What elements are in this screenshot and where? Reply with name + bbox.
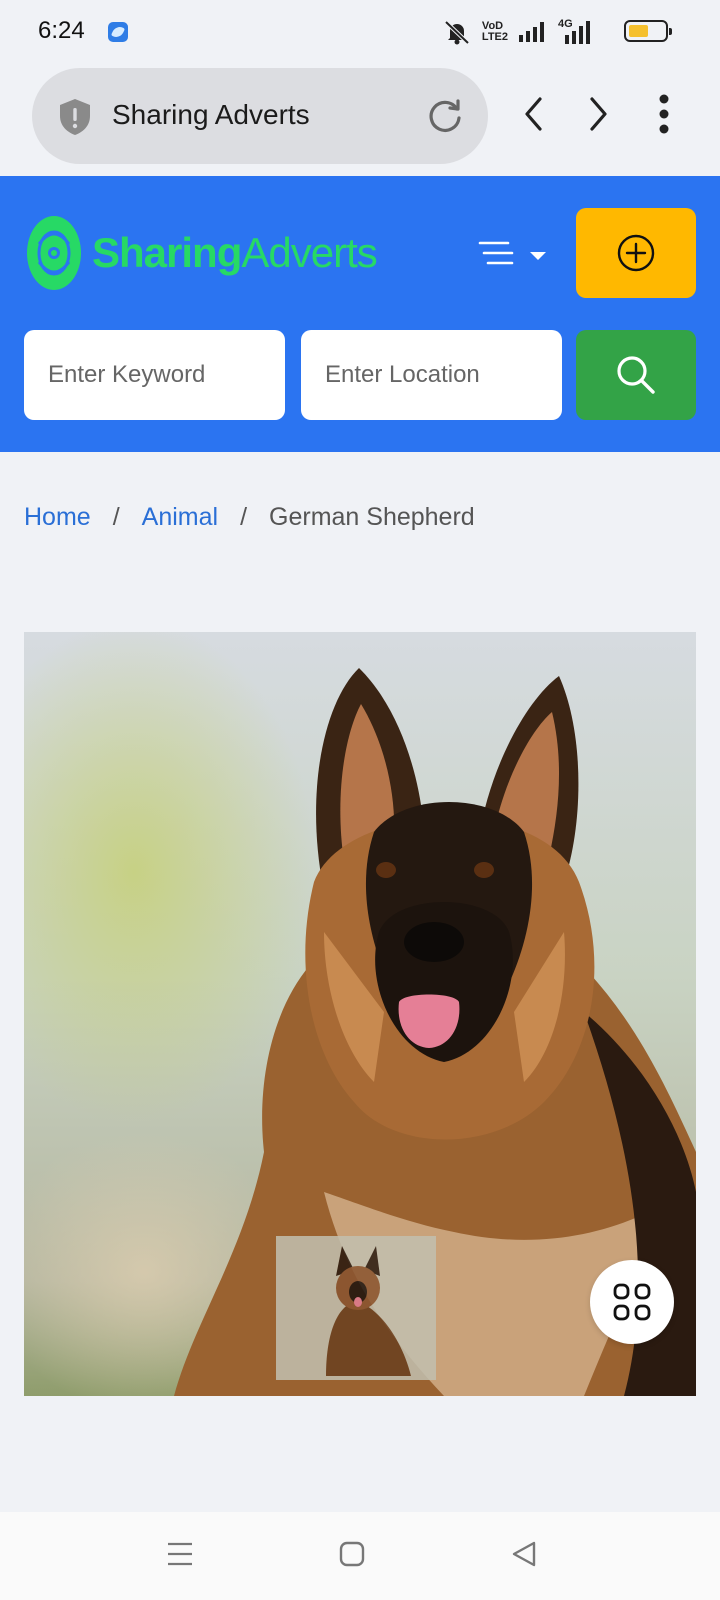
signal-2-icon [565,21,590,44]
forward-icon[interactable] [586,96,610,132]
app-notification-icon [108,22,128,42]
search-row [24,330,696,420]
breadcrumb-separator: / [240,503,248,531]
address-bar[interactable]: Sharing Adverts [32,68,488,164]
breadcrumb-home[interactable]: Home [24,503,91,532]
back-icon[interactable] [522,96,546,132]
more-icon[interactable] [656,94,672,134]
grid-icon [613,1283,651,1321]
battery-fill [629,25,648,37]
bell-muted-icon [444,20,470,45]
location-input[interactable] [301,330,562,420]
breadcrumb-animal[interactable]: Animal [142,503,218,532]
site-header: SharingAdverts [0,176,720,452]
logo-wordmark: SharingAdverts [92,229,378,276]
post-ad-button[interactable] [576,208,696,298]
logo-text-adverts: Adverts [241,229,377,276]
site-logo[interactable]: SharingAdverts [26,214,378,292]
status-icons: VoD LTE2 4G [442,14,592,50]
keyword-input[interactable] [24,330,285,420]
breadcrumb: Home / Animal / German Shepherd [24,503,475,532]
recent-apps-icon[interactable] [166,1540,194,1568]
lte-label: LTE2 [481,31,508,43]
gallery-button[interactable] [590,1260,674,1344]
logo-mark-icon [27,216,81,290]
status-bar: 6:24 VoD LTE2 4G [0,0,720,62]
battery-icon [624,20,672,42]
logo-text-sharing: Sharing [92,229,242,276]
thumbnail-dog-illustration [276,1236,436,1380]
menu-button[interactable] [478,234,550,274]
search-button[interactable] [576,330,696,420]
breadcrumb-current: German Shepherd [269,503,475,531]
search-icon [617,356,655,394]
network-type-label: VoD LTE2 [482,21,508,43]
home-icon[interactable] [338,1540,366,1568]
reload-icon[interactable] [426,96,464,134]
signal-icon [519,22,544,42]
shield-icon[interactable] [58,98,92,136]
caret-down-icon [530,252,546,260]
listing-main-image[interactable] [24,632,696,1396]
system-back-icon[interactable] [510,1540,538,1568]
gallery-thumbnail[interactable] [276,1236,436,1380]
breadcrumb-separator: / [112,503,120,531]
status-time: 6:24 [38,17,85,44]
system-navigation-bar [0,1512,720,1600]
page-title: Sharing Adverts [112,99,310,130]
add-circle-icon [617,234,655,272]
data-signal: 4G [558,19,592,45]
